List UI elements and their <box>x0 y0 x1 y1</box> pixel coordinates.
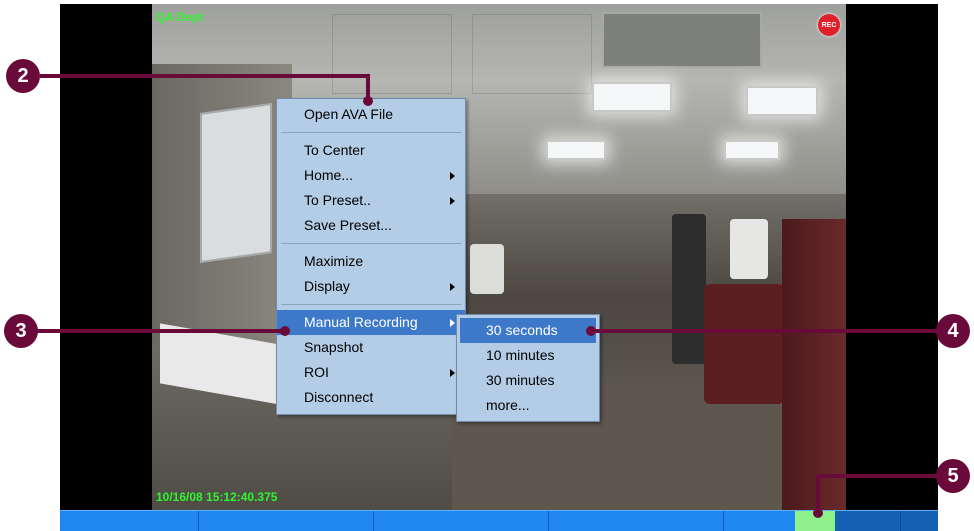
menu-item-label: ROI <box>304 364 329 380</box>
callout-3-line <box>36 329 284 333</box>
submenu-arrow-icon <box>450 197 455 205</box>
menu-item-to-center[interactable]: To Center <box>277 138 465 163</box>
menu-item-label: Save Preset... <box>304 217 392 233</box>
menu-item-label: Maximize <box>304 253 364 269</box>
ceiling-light <box>592 82 672 112</box>
submenu-arrow-icon <box>450 172 455 180</box>
submenu-item-label: 30 minutes <box>486 372 555 388</box>
context-menu: Open AVA File To Center Home... To Prese… <box>276 98 466 415</box>
timestamp-overlay: 10/16/08 15:12:40.375 <box>156 490 278 504</box>
callout-2-badge: 2 <box>6 59 40 93</box>
video-person <box>470 244 504 294</box>
menu-item-label: Home... <box>304 167 354 183</box>
callout-5-line <box>816 474 942 478</box>
submenu-arrow-icon <box>450 319 455 327</box>
menu-separator <box>281 304 461 305</box>
menu-item-label: To Center <box>304 142 365 158</box>
callout-4-badge: 4 <box>936 314 970 348</box>
menu-item-label: Display <box>304 278 350 294</box>
ceiling-panel <box>332 14 452 94</box>
timeline-tick <box>900 511 901 531</box>
submenu-arrow-icon <box>450 369 455 377</box>
recording-duration-submenu: 30 seconds 10 minutes 30 minutes more... <box>456 314 600 422</box>
video-pillar <box>782 219 846 510</box>
camera-name-overlay: QA Dept <box>156 10 204 24</box>
video-chair <box>704 284 784 404</box>
submenu-item-30-seconds[interactable]: 30 seconds <box>460 318 596 343</box>
callout-4-line <box>592 329 942 333</box>
menu-item-home[interactable]: Home... <box>277 163 465 188</box>
menu-separator <box>281 243 461 244</box>
submenu-item-30-minutes[interactable]: 30 minutes <box>460 368 596 393</box>
ceiling-light <box>746 86 818 116</box>
callout-3-badge: 3 <box>4 314 38 348</box>
callout-3-pointer <box>280 326 290 336</box>
timeline-tick <box>373 511 374 531</box>
screenshot-root: QA Dept 10/16/08 15:12:40.375 REC Open A… <box>0 0 974 531</box>
menu-item-label: Open AVA File <box>304 106 393 122</box>
timeline-future-region <box>835 511 938 531</box>
live-video-feed[interactable]: QA Dept 10/16/08 15:12:40.375 REC <box>152 4 846 510</box>
timeline-tick <box>723 511 724 531</box>
submenu-item-10-minutes[interactable]: 10 minutes <box>460 343 596 368</box>
menu-item-roi[interactable]: ROI <box>277 360 465 385</box>
menu-item-to-preset[interactable]: To Preset.. <box>277 188 465 213</box>
submenu-item-label: more... <box>486 397 530 413</box>
menu-item-disconnect[interactable]: Disconnect <box>277 385 465 410</box>
callout-2-line <box>40 74 370 78</box>
menu-item-maximize[interactable]: Maximize <box>277 249 465 274</box>
ceiling-light <box>724 140 780 160</box>
ceiling-vent <box>602 12 762 68</box>
callout-5-line <box>816 474 820 512</box>
recording-indicator-icon: REC <box>818 14 840 36</box>
submenu-item-label: 10 minutes <box>486 347 555 363</box>
menu-item-save-preset[interactable]: Save Preset... <box>277 213 465 238</box>
menu-item-label: Disconnect <box>304 389 374 405</box>
ceiling-panel <box>472 14 592 94</box>
menu-item-snapshot[interactable]: Snapshot <box>277 335 465 360</box>
menu-separator <box>281 132 461 133</box>
camera-viewer[interactable]: QA Dept 10/16/08 15:12:40.375 REC <box>60 4 938 510</box>
submenu-item-more[interactable]: more... <box>460 393 596 418</box>
timeline-tick <box>548 511 549 531</box>
video-whiteboard <box>200 102 272 264</box>
callout-5-pointer <box>813 508 823 518</box>
video-person <box>672 214 706 364</box>
submenu-item-label: 30 seconds <box>486 322 558 338</box>
recording-timeline[interactable] <box>60 510 938 531</box>
menu-item-label: Snapshot <box>304 339 364 355</box>
submenu-arrow-icon <box>450 283 455 291</box>
menu-item-open-ava-file[interactable]: Open AVA File <box>277 102 465 127</box>
menu-item-label: Manual Recording <box>304 314 418 330</box>
menu-item-manual-recording[interactable]: Manual Recording <box>277 310 465 335</box>
menu-item-label: To Preset.. <box>304 192 371 208</box>
callout-2-pointer <box>363 96 373 106</box>
timeline-tick <box>198 511 199 531</box>
menu-item-display[interactable]: Display <box>277 274 465 299</box>
callout-5-badge: 5 <box>936 459 970 493</box>
video-person <box>730 219 768 279</box>
ceiling-light <box>546 140 606 160</box>
